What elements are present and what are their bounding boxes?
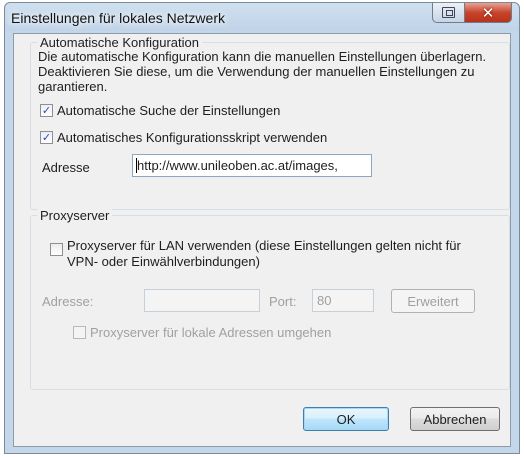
proxy-address-label: Adresse:	[42, 294, 94, 309]
help-button[interactable]	[432, 3, 465, 23]
use-proxy-row[interactable]: Proxyserver für LAN verwenden (diese Ein…	[50, 238, 490, 270]
title-bar[interactable]: Einstellungen für lokales Netzwerk ✕	[5, 3, 519, 33]
script-address-input[interactable]: http://www.unileoben.ac.at/images,	[132, 154, 372, 177]
proxy-legend: Proxyserver	[37, 208, 113, 223]
bypass-local-row[interactable]: Proxyserver für lokale Adressen umgehen	[73, 325, 331, 340]
advanced-button[interactable]: Erweitert	[391, 289, 475, 313]
use-proxy-label: Proxyserver für LAN verwenden (diese Ein…	[67, 238, 461, 269]
proxy-address-input[interactable]	[144, 289, 260, 312]
window-close-icon: ✕	[481, 3, 495, 22]
auto-detect-label: Automatische Suche der Einstellungen	[57, 103, 281, 118]
auto-script-checkbox[interactable]: ✓	[40, 131, 53, 144]
auto-script-label: Automatisches Konfigurationsskript verwe…	[57, 130, 328, 145]
dialog-window: Einstellungen für lokales Netzwerk ✕ Aut…	[4, 2, 520, 454]
checkmark-icon: ✓	[41, 104, 52, 117]
checkmark-icon: ✓	[41, 131, 52, 144]
proxy-port-label: Port:	[269, 294, 297, 309]
use-proxy-checkbox[interactable]	[50, 243, 63, 256]
proxy-port-value: 80	[317, 293, 332, 308]
dialog-client-area: Automatische Konfiguration Die automatis…	[13, 33, 511, 447]
auto-script-row[interactable]: ✓ Automatisches Konfigurationsskript ver…	[40, 130, 327, 145]
window-title: Einstellungen für lokales Netzwerk	[11, 10, 225, 26]
text-caret	[136, 158, 137, 173]
auto-detect-checkbox[interactable]: ✓	[40, 104, 53, 117]
auto-config-legend: Automatische Konfiguration	[37, 35, 202, 50]
auto-config-description: Die automatische Konfiguration kann die …	[38, 49, 487, 94]
bypass-local-label: Proxyserver für lokale Adressen umgehen	[90, 325, 332, 340]
window-help-icon	[442, 7, 455, 18]
auto-detect-row[interactable]: ✓ Automatische Suche der Einstellungen	[40, 103, 280, 118]
proxy-port-input[interactable]: 80	[312, 289, 374, 312]
close-button[interactable]: ✕	[464, 3, 512, 23]
cancel-button[interactable]: Abbrechen	[410, 407, 500, 431]
bypass-local-checkbox[interactable]	[73, 326, 86, 339]
script-address-label: Adresse	[42, 160, 90, 175]
script-address-value: http://www.unileoben.ac.at/images,	[137, 158, 338, 173]
ok-button[interactable]: OK	[303, 407, 389, 431]
